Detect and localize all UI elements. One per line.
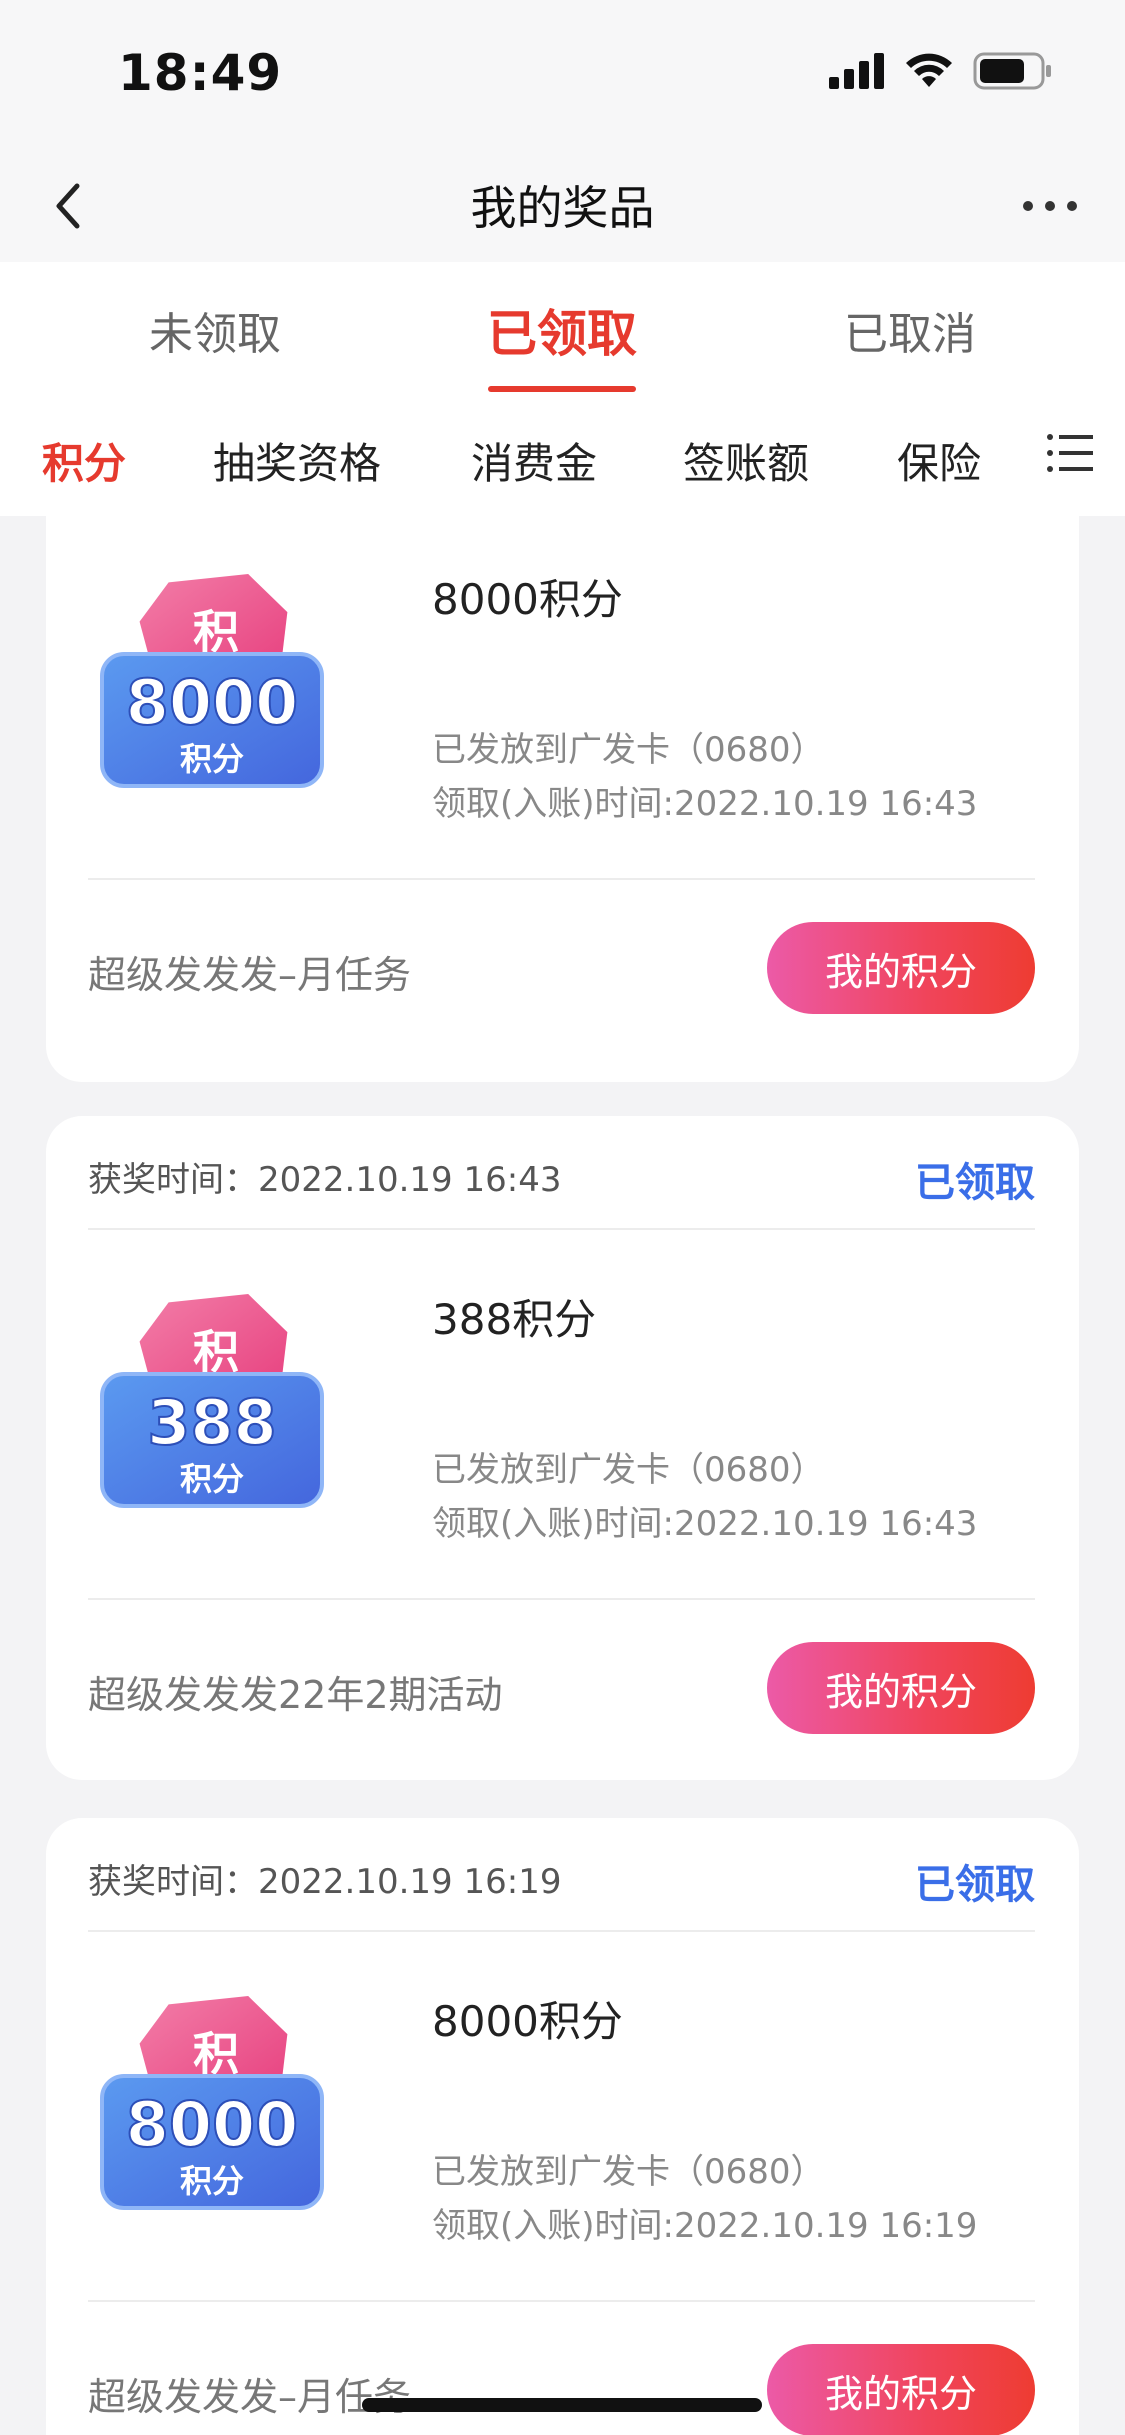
- prize-claim-time: 领取(入账)时间:2022.10.19 16:43: [432, 1504, 978, 1544]
- status-icons: [829, 52, 1053, 90]
- award-time: 获奖时间：2022.10.19 16:19: [88, 1862, 562, 1902]
- wifi-icon: [906, 53, 952, 87]
- category-tab-lottery[interactable]: 抽奖资格: [213, 430, 381, 491]
- card-footer: 超级发发发–月任务 我的积分: [88, 880, 1035, 1060]
- badge-top-char: 积: [193, 1325, 239, 1379]
- card-header: 获奖时间：2022.10.19 16:43 已领取: [88, 1116, 1035, 1230]
- category-tab-consumption[interactable]: 消费金: [471, 430, 597, 491]
- status-tabs: 未领取 已领取 已取消: [0, 262, 1125, 392]
- status-bar: 18:49: [0, 0, 1125, 150]
- my-points-button[interactable]: 我的积分: [767, 922, 1035, 1014]
- tab-active-indicator: [488, 386, 636, 392]
- page-title: 我的奖品: [470, 181, 655, 235]
- status-badge: 已领取: [915, 1862, 1035, 1908]
- category-tab-insurance[interactable]: 保险: [897, 430, 981, 491]
- list-menu-icon[interactable]: [1045, 428, 1095, 478]
- status-time: 18:49: [118, 44, 283, 102]
- badge-number: 8000: [126, 666, 299, 739]
- my-points-button[interactable]: 我的积分: [767, 1642, 1035, 1734]
- battery-icon: [973, 52, 1051, 90]
- prize-body: 积 8000 积分 8000积分 已发放到广发卡（0680） 领取(入账)时间:…: [88, 516, 1035, 880]
- badge-unit: 积分: [180, 2162, 244, 2200]
- card-footer: 超级发发发22年2期活动 我的积分: [88, 1600, 1035, 1780]
- category-tab-points[interactable]: 积分: [42, 430, 126, 491]
- points-badge-image: 积 388 积分: [100, 1294, 324, 1508]
- prize-claim-time: 领取(入账)时间:2022.10.19 16:43: [432, 784, 978, 824]
- activity-name: 超级发发发22年2期活动: [88, 1673, 503, 1717]
- home-indicator[interactable]: [362, 2398, 762, 2412]
- my-points-button[interactable]: 我的积分: [767, 2344, 1035, 2435]
- nav-bar: 我的奖品: [0, 150, 1125, 262]
- award-time: 获奖时间：2022.10.19 16:43: [88, 1160, 562, 1200]
- activity-name: 超级发发发–月任务: [88, 2375, 412, 2419]
- tabs-area: 未领取 已领取 已取消 积分 抽奖资格 消费金 签账额 保险: [0, 262, 1125, 516]
- tab-claimed[interactable]: 已领取: [437, 294, 687, 366]
- signal-icon: [829, 53, 884, 89]
- status-badge: 已领取: [915, 1160, 1035, 1206]
- category-tab-charge-amount[interactable]: 签账额: [683, 430, 809, 491]
- prize-title: 8000积分: [432, 575, 623, 624]
- tab-cancelled[interactable]: 已取消: [785, 298, 1035, 362]
- badge-top-char: 积: [193, 2027, 239, 2081]
- tab-unclaimed[interactable]: 未领取: [90, 298, 340, 362]
- prize-body: 积 8000 积分 8000积分 已发放到广发卡（0680） 领取(入账)时间:…: [88, 1932, 1035, 2302]
- more-dots-icon: [1023, 201, 1077, 211]
- points-badge-image: 积 8000 积分: [100, 1996, 324, 2210]
- prize-card: 获奖时间：2022.10.19 16:43 已领取 积 388 积分 388积分…: [46, 1116, 1079, 1780]
- prize-card: 积 8000 积分 8000积分 已发放到广发卡（0680） 领取(入账)时间:…: [46, 516, 1079, 1082]
- badge-top-char: 积: [193, 605, 239, 659]
- badge-unit: 积分: [180, 740, 244, 778]
- prize-title: 8000积分: [432, 1997, 623, 2046]
- badge-number: 388: [147, 1386, 276, 1459]
- card-footer: 超级发发发–月任务 我的积分: [88, 2302, 1035, 2435]
- badge-unit: 积分: [180, 1460, 244, 1498]
- prize-sent-to: 已发放到广发卡（0680）: [432, 730, 825, 770]
- category-tabs: 积分 抽奖资格 消费金 签账额 保险: [0, 420, 1125, 500]
- points-badge-image: 积 8000 积分: [100, 574, 324, 788]
- prize-sent-to: 已发放到广发卡（0680）: [432, 1450, 825, 1490]
- prize-sent-to: 已发放到广发卡（0680）: [432, 2152, 825, 2192]
- badge-number: 8000: [126, 2088, 299, 2161]
- prize-title: 388积分: [432, 1295, 597, 1344]
- prize-list[interactable]: 积 8000 积分 8000积分 已发放到广发卡（0680） 领取(入账)时间:…: [0, 516, 1125, 2435]
- more-button[interactable]: [1015, 174, 1085, 238]
- activity-name: 超级发发发–月任务: [88, 953, 412, 997]
- card-header: 获奖时间：2022.10.19 16:19 已领取: [88, 1818, 1035, 1932]
- prize-card: 获奖时间：2022.10.19 16:19 已领取 积 8000 积分 8000…: [46, 1818, 1079, 2435]
- prize-claim-time: 领取(入账)时间:2022.10.19 16:19: [432, 2206, 978, 2246]
- prize-body: 积 388 积分 388积分 已发放到广发卡（0680） 领取(入账)时间:20…: [88, 1230, 1035, 1600]
